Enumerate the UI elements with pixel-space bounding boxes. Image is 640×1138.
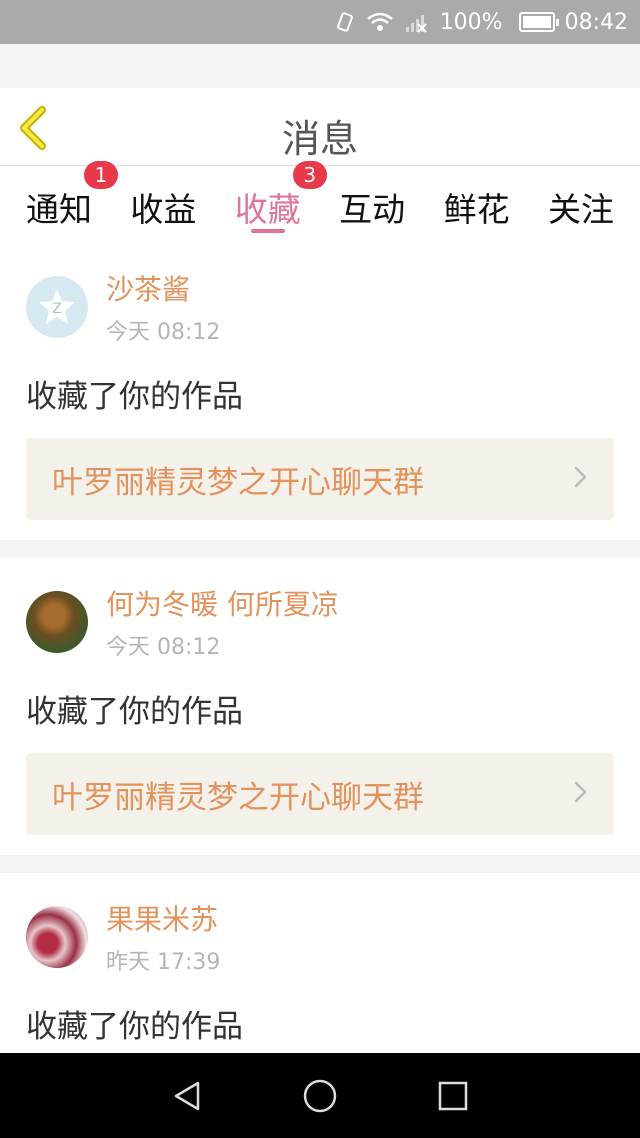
recents-nav-icon[interactable] <box>423 1066 483 1126</box>
user-name[interactable]: 果果米苏 <box>106 898 220 938</box>
message-time: 今天 08:12 <box>106 635 221 660</box>
status-bar: 100% 08:42 <box>0 0 640 44</box>
back-nav-icon[interactable] <box>157 1066 217 1126</box>
tab-5[interactable]: 关注 <box>548 167 614 243</box>
vibrate-icon <box>334 11 356 33</box>
message-text: 收藏了你的作品 <box>26 694 243 730</box>
tab-1[interactable]: 收益 <box>130 167 196 243</box>
message-text: 收藏了你的作品 <box>26 379 243 415</box>
card-header: 何为冬暖 何所夏凉 今天 08:12 <box>26 580 614 664</box>
tab-3[interactable]: 互动 <box>339 167 405 243</box>
clock: 08:42 <box>564 9 628 35</box>
message-time: 昨天 17:39 <box>106 950 221 975</box>
svg-text:Z: Z <box>52 301 62 317</box>
user-meta: 何为冬暖 何所夏凉 今天 08:12 <box>106 583 339 661</box>
avatar[interactable]: Z <box>26 276 88 338</box>
tab-label: 互动 <box>339 190 406 229</box>
user-meta: 沙茶酱 今天 08:12 <box>106 268 220 346</box>
battery-icon <box>513 12 559 32</box>
tab-label: 收藏 <box>234 190 301 229</box>
tab-label: 收益 <box>130 190 197 229</box>
navigation-bar <box>0 1053 640 1138</box>
user-meta: 果果米苏 昨天 17:39 <box>106 898 220 976</box>
page-title: 消息 <box>281 117 358 161</box>
home-nav-icon[interactable] <box>290 1066 350 1126</box>
user-name[interactable]: 沙茶酱 <box>106 268 220 308</box>
default-avatar-icon: Z <box>39 289 75 324</box>
battery-percent: 100% <box>439 9 503 35</box>
signal-off-icon <box>404 11 430 33</box>
avatar[interactable] <box>26 591 88 653</box>
unread-badge: 3 <box>292 161 327 189</box>
tab-4[interactable]: 鲜花 <box>444 167 510 243</box>
chevron-right-icon <box>574 781 588 807</box>
work-title: 叶罗丽精灵梦之开心聊天群 <box>52 464 424 501</box>
card-header: 果果米苏 昨天 17:39 <box>26 895 614 979</box>
message-card: 何为冬暖 何所夏凉 今天 08:12 收藏了你的作品 叶罗丽精灵梦之开心聊天群 <box>0 558 640 855</box>
tab-label: 鲜花 <box>443 190 510 229</box>
chevron-right-icon <box>574 466 588 492</box>
tab-0[interactable]: 通知 1 <box>26 161 118 243</box>
unread-badge: 1 <box>84 161 118 189</box>
tab-2[interactable]: 收藏 3 <box>234 161 327 243</box>
work-title: 叶罗丽精灵梦之开心聊天群 <box>52 779 424 816</box>
tab-label: 关注 <box>547 190 614 229</box>
user-name[interactable]: 何为冬暖 何所夏凉 <box>106 583 339 623</box>
message-list: Z 沙茶酱 今天 08:12 收藏了你的作品 叶罗丽精灵梦之开心聊天群 何为冬暖… <box>0 243 640 1053</box>
tab-bar: 通知 1 收益 收藏 3 互动 鲜花 关注 <box>0 161 640 243</box>
message-text: 收藏了你的作品 <box>26 1009 243 1045</box>
message-time: 今天 08:12 <box>106 320 221 345</box>
tab-label: 通知 <box>26 190 92 229</box>
avatar[interactable] <box>26 906 88 968</box>
message-card: Z 沙茶酱 今天 08:12 收藏了你的作品 叶罗丽精灵梦之开心聊天群 <box>0 243 640 540</box>
card-header: Z 沙茶酱 今天 08:12 <box>26 265 614 349</box>
active-tab-indicator <box>250 229 285 233</box>
work-link[interactable]: 叶罗丽精灵梦之开心聊天群 <box>26 753 614 835</box>
header: 消息 <box>0 88 640 166</box>
message-card: 果果米苏 昨天 17:39 收藏了你的作品 叶罗丽精灵梦之开心聊天群 <box>0 873 640 1053</box>
wifi-icon <box>366 11 394 33</box>
work-link[interactable]: 叶罗丽精灵梦之开心聊天群 <box>26 438 614 520</box>
